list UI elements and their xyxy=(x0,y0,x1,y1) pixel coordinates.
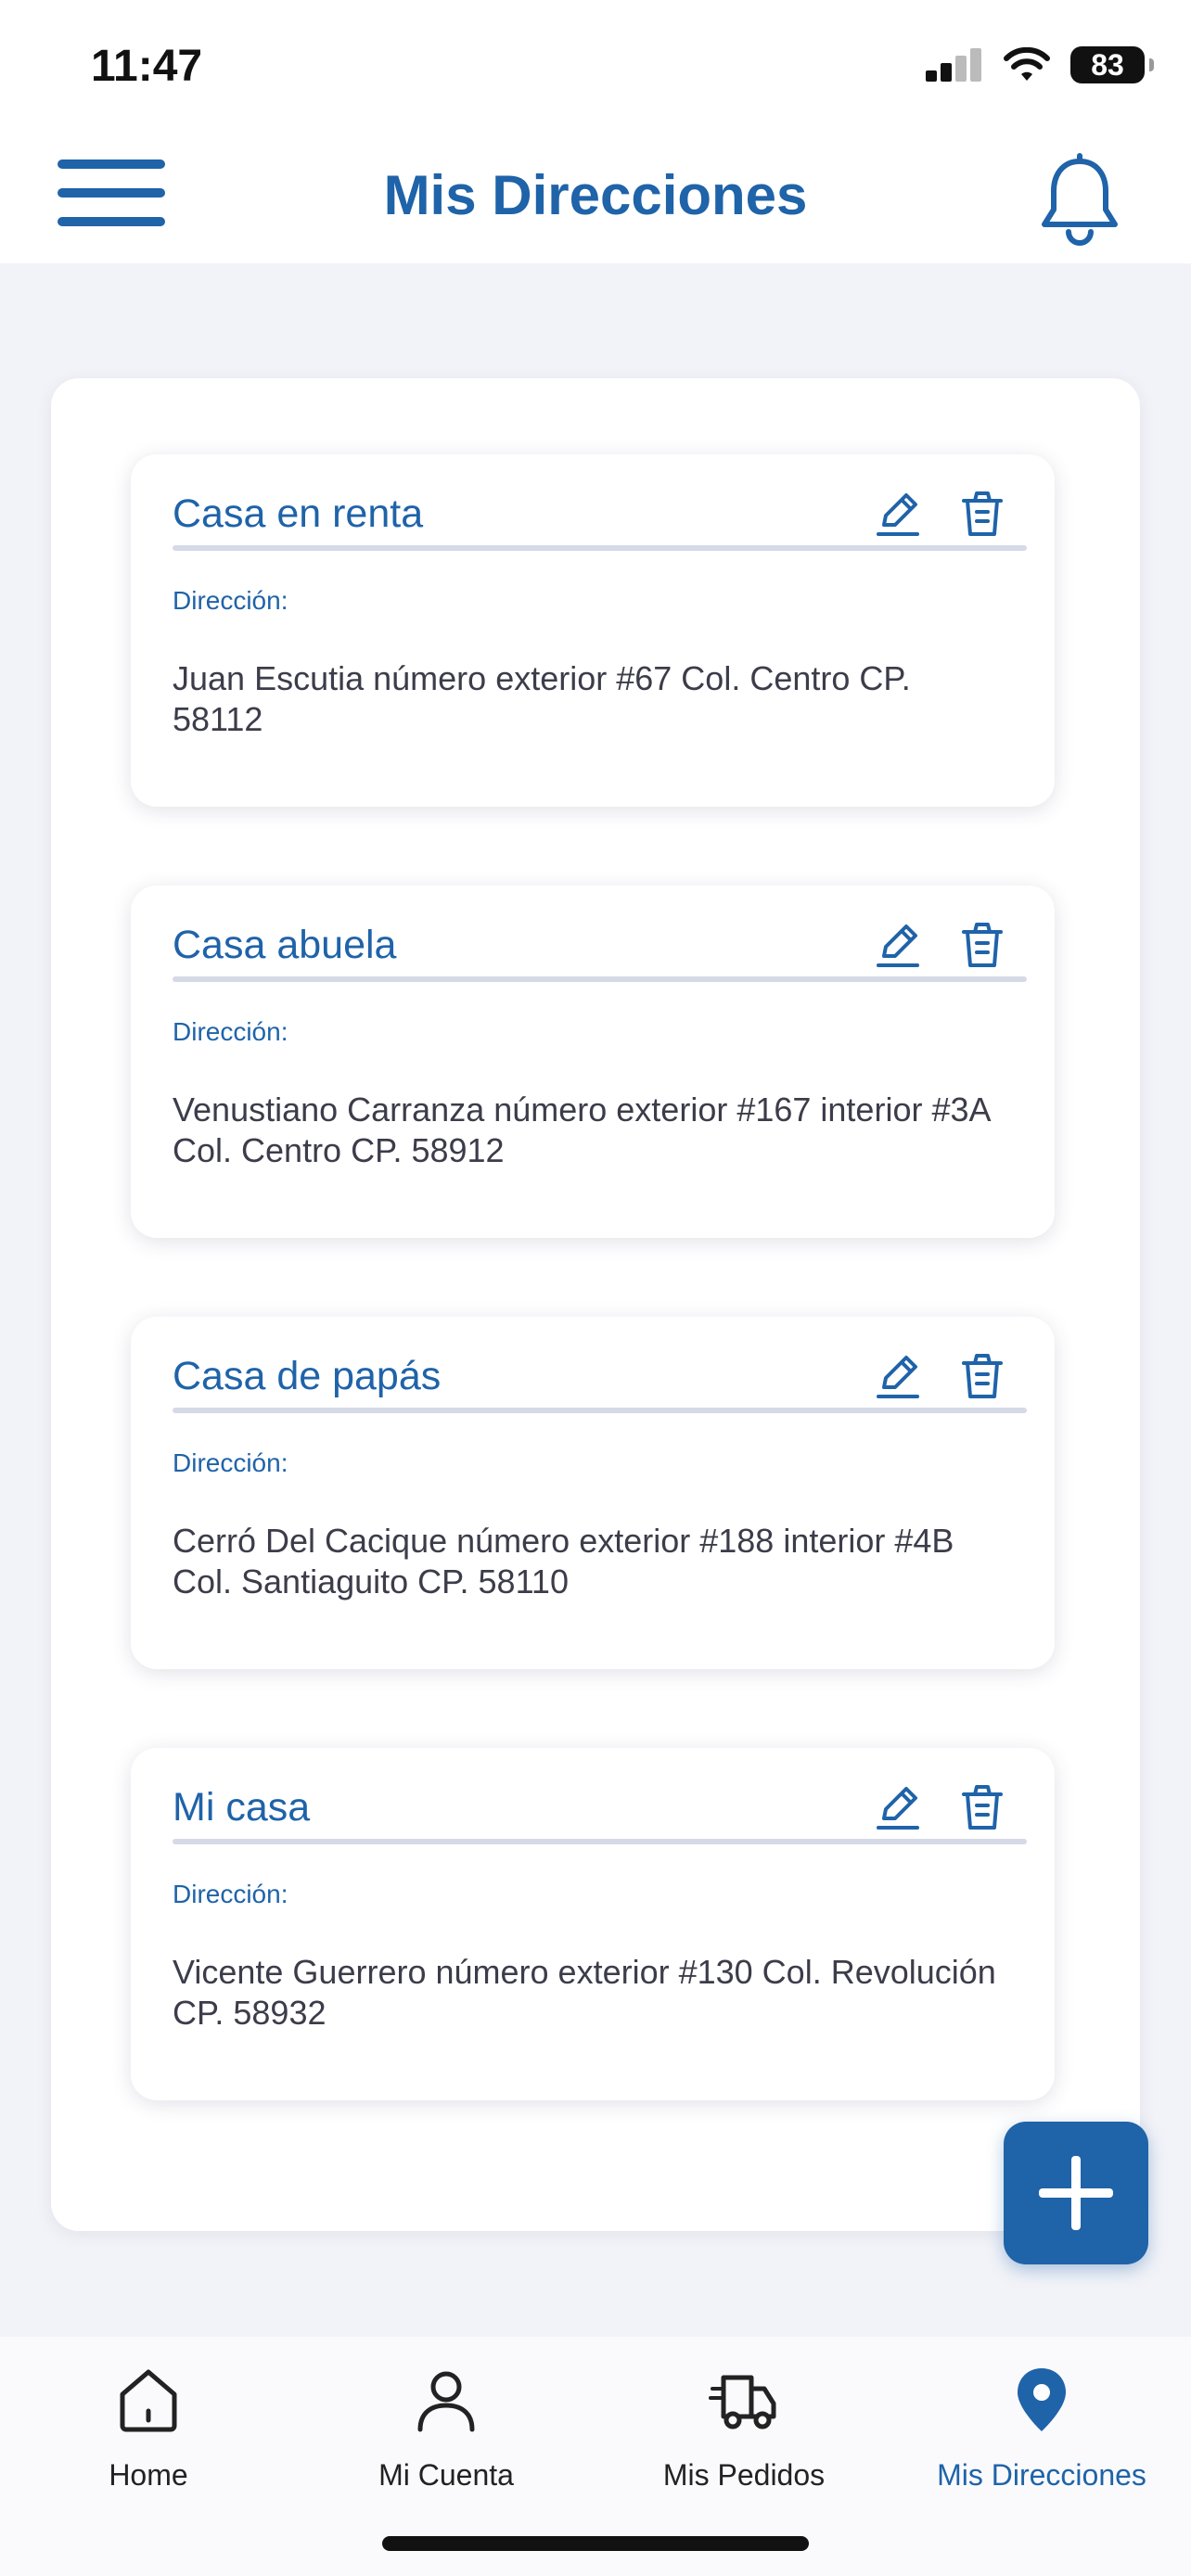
pencil-icon xyxy=(877,925,919,967)
address-label: Dirección: xyxy=(173,1448,288,1477)
delete-button[interactable] xyxy=(956,1781,1008,1833)
tab-label: Mis Pedidos xyxy=(662,2458,826,2492)
tab-home[interactable]: Home xyxy=(0,2363,297,2493)
trash-icon xyxy=(962,1354,1003,1398)
edit-button[interactable] xyxy=(873,919,925,971)
address-text: Vicente Guerrero número exterior #130 Co… xyxy=(173,1953,996,2032)
address-name: Casa en renta xyxy=(173,491,424,536)
location-pin-icon xyxy=(1018,2368,1066,2431)
battery-indicator: 83 xyxy=(1070,46,1154,83)
trash-icon xyxy=(962,923,1003,967)
address-label: Dirección: xyxy=(173,586,288,615)
address-name: Mi casa xyxy=(173,1785,311,1830)
home-icon xyxy=(120,2369,177,2432)
divider xyxy=(173,545,1027,551)
pencil-icon xyxy=(877,1787,919,1830)
pencil-icon xyxy=(877,1356,919,1398)
divider xyxy=(173,1839,1027,1844)
edit-button[interactable] xyxy=(873,488,925,540)
delete-button[interactable] xyxy=(956,1350,1008,1402)
address-name: Casa abuela xyxy=(173,923,397,967)
cellular-signal-icon xyxy=(926,48,981,82)
top-bar: 11:47 83 Mis Direcciones xyxy=(0,0,1191,263)
address-text: Juan Escutia número exterior #67 Col. Ce… xyxy=(173,659,911,738)
address-text: Cerró Del Cacique número exterior #188 i… xyxy=(173,1522,954,1600)
notifications-button[interactable] xyxy=(1035,152,1124,252)
user-icon xyxy=(417,2371,475,2432)
status-icons: 83 xyxy=(926,46,1154,83)
status-time: 11:47 xyxy=(91,42,203,91)
tab-mis-pedidos[interactable]: Mis Pedidos xyxy=(596,2363,892,2493)
divider xyxy=(173,1408,1027,1413)
address-label: Dirección: xyxy=(173,1017,288,1046)
tab-mi-cuenta[interactable]: Mi Cuenta xyxy=(298,2363,595,2493)
delete-button[interactable] xyxy=(956,488,1008,540)
divider xyxy=(173,976,1027,982)
address-card[interactable]: Mi casa Dirección: Vicente Guerrero núme… xyxy=(131,1748,1055,2100)
edit-button[interactable] xyxy=(873,1350,925,1402)
trash-icon xyxy=(962,491,1003,536)
address-text: Venustiano Carranza número exterior #167… xyxy=(173,1090,990,1169)
home-indicator xyxy=(382,2536,809,2551)
tab-label: Mis Direcciones xyxy=(937,2458,1146,2492)
trash-icon xyxy=(962,1785,1003,1830)
address-name: Casa de papás xyxy=(173,1354,442,1398)
addresses-container: Casa en renta Dirección: Juan Escutia nú… xyxy=(51,378,1140,2231)
address-card[interactable]: Casa en renta Dirección: Juan Escutia nú… xyxy=(131,454,1055,807)
truck-icon xyxy=(709,2375,776,2429)
tab-mis-direcciones[interactable]: Mis Direcciones xyxy=(893,2363,1190,2493)
delete-button[interactable] xyxy=(956,919,1008,971)
tab-label: Home xyxy=(109,2458,188,2492)
bell-icon xyxy=(1042,153,1118,246)
page-title: Mis Direcciones xyxy=(383,164,808,226)
tab-label: Mi Cuenta xyxy=(378,2458,514,2492)
address-card[interactable]: Casa abuela Dirección: Venustiano Carran… xyxy=(131,886,1055,1238)
address-card[interactable]: Casa de papás Dirección: Cerró Del Caciq… xyxy=(131,1317,1055,1669)
address-label: Dirección: xyxy=(173,1880,288,1908)
add-address-button[interactable] xyxy=(1004,2122,1148,2264)
wifi-icon xyxy=(1004,47,1050,81)
pencil-icon xyxy=(877,493,919,536)
edit-button[interactable] xyxy=(873,1781,925,1833)
